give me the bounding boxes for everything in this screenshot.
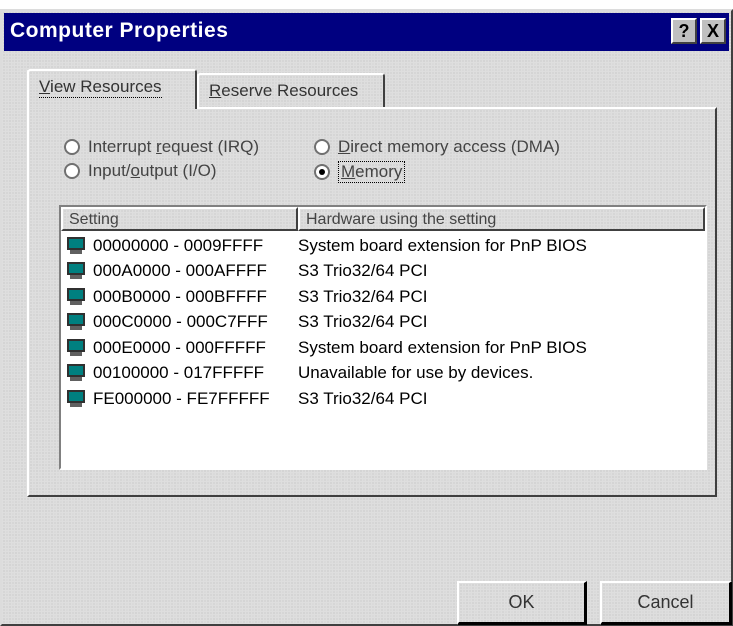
list-item-setting: 00000000 - 0009FFFF xyxy=(93,235,264,255)
title-bar[interactable]: Computer Properties ? X xyxy=(4,13,729,51)
list-item-hardware: System board extension for PnP BIOS xyxy=(298,337,587,357)
list-item-setting: 000E0000 - 000FFFFF xyxy=(93,337,266,357)
list-item-hardware: S3 Trio32/64 PCI xyxy=(298,312,428,332)
radio-interrupt-request[interactable]: Interrupt request (IRQ) xyxy=(64,137,259,157)
system-board-icon xyxy=(65,363,87,383)
list-item-hardware: Unavailable for use by devices. xyxy=(298,363,534,383)
list-rows: 00000000 - 0009FFFF System board extensio… xyxy=(61,233,705,412)
properties-window: Computer Properties ? X View Resources R… xyxy=(0,9,733,626)
list-item-setting: FE000000 - FE7FFFFF xyxy=(93,388,270,408)
ok-button[interactable]: OK xyxy=(457,581,587,625)
list-item[interactable]: 000C0000 - 000C7FFF S3 Trio32/64 PCI xyxy=(61,310,705,336)
radio-button-icon xyxy=(64,139,80,155)
radio-dma-label: Direct memory access (DMA) xyxy=(338,137,560,156)
list-item-setting: 000C0000 - 000C7FFF xyxy=(93,312,268,332)
list-item[interactable]: 000B0000 - 000BFFFF S3 Trio32/64 PCI xyxy=(61,284,705,310)
column-header-setting[interactable]: Setting xyxy=(61,207,298,231)
tab-view-resources[interactable]: View Resources xyxy=(27,69,197,109)
tab-view-resources-label: View Resources xyxy=(39,77,162,98)
display-adapter-icon xyxy=(65,287,87,307)
list-item-hardware: System board extension for PnP BIOS xyxy=(298,235,587,255)
view-resources-panel: Interrupt request (IRQ) Input/output (I/… xyxy=(27,107,717,497)
radio-input-output-label: Input/output (I/O) xyxy=(88,161,217,180)
radio-button-icon xyxy=(64,163,80,179)
close-button[interactable]: X xyxy=(700,18,726,44)
list-item[interactable]: FE000000 - FE7FFFFF S3 Trio32/64 PCI xyxy=(61,386,705,412)
list-item[interactable]: 000A0000 - 000AFFFF S3 Trio32/64 PCI xyxy=(61,259,705,285)
list-item-setting: 000A0000 - 000AFFFF xyxy=(93,261,267,281)
list-item-setting: 00100000 - 017FFFFF xyxy=(93,363,265,383)
column-header-hardware[interactable]: Hardware using the setting xyxy=(298,207,705,231)
resource-list[interactable]: Setting Hardware using the setting 00000… xyxy=(59,205,707,470)
radio-memory-label: Memory xyxy=(338,161,406,183)
radio-button-icon xyxy=(314,139,330,155)
radio-input-output[interactable]: Input/output (I/O) xyxy=(64,161,217,181)
tab-reserve-resources[interactable]: Reserve Resources xyxy=(197,73,385,107)
radio-direct-memory-access[interactable]: Direct memory access (DMA) xyxy=(314,137,560,157)
list-item-hardware: S3 Trio32/64 PCI xyxy=(298,286,428,306)
list-item[interactable]: 00100000 - 017FFFFF Unavailable for use b… xyxy=(61,361,705,387)
list-item-hardware: S3 Trio32/64 PCI xyxy=(298,388,428,408)
display-adapter-icon xyxy=(65,312,87,332)
radio-memory[interactable]: Memory xyxy=(314,161,406,183)
display-adapter-icon xyxy=(65,389,87,409)
window-title: Computer Properties xyxy=(10,19,229,42)
list-header: Setting Hardware using the setting xyxy=(61,207,705,231)
radio-interrupt-request-label: Interrupt request (IRQ) xyxy=(88,137,260,156)
system-board-icon xyxy=(65,236,87,256)
display-adapter-icon xyxy=(65,261,87,281)
cancel-button[interactable]: Cancel xyxy=(600,581,732,625)
system-board-icon xyxy=(65,338,87,358)
help-button[interactable]: ? xyxy=(671,18,697,44)
list-item-setting: 000B0000 - 000BFFFF xyxy=(93,286,267,306)
list-item[interactable]: 00000000 - 0009FFFF System board extensio… xyxy=(61,233,705,259)
radio-button-checked-icon xyxy=(314,164,330,180)
tab-reserve-resources-label: Reserve Resources xyxy=(209,81,359,100)
list-item[interactable]: 000E0000 - 000FFFFF System board extensio… xyxy=(61,335,705,361)
list-item-hardware: S3 Trio32/64 PCI xyxy=(298,261,428,281)
